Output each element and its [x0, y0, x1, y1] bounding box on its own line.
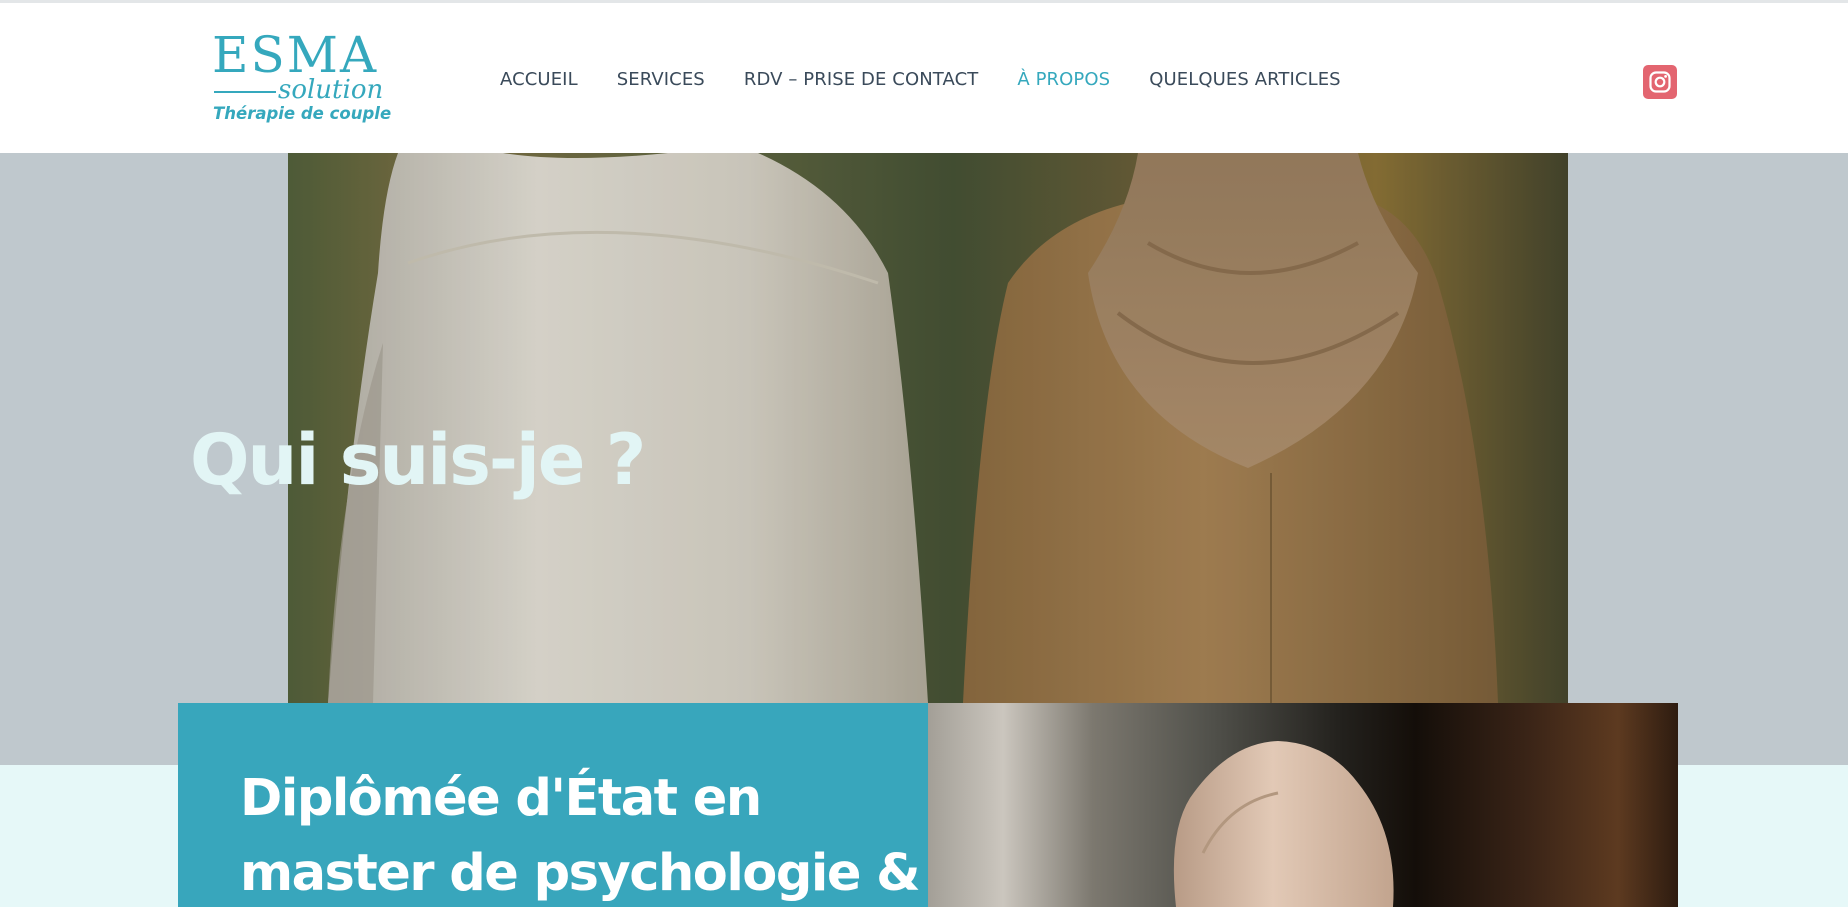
intro-heading-line1: Diplômée d'État en	[240, 769, 762, 828]
site-logo[interactable]: ESMA solution Thérapie de couple	[212, 26, 391, 129]
woman-hijab-portrait-photo	[928, 703, 1678, 907]
nav-accueil[interactable]: ACCUEIL	[500, 69, 578, 90]
nav-quelques-articles[interactable]: QUELQUES ARTICLES	[1149, 69, 1341, 90]
hero-title: Qui suis-je ?	[190, 419, 646, 501]
main-navigation: ACCUEIL SERVICES RDV – PRISE DE CONTACT …	[500, 64, 1341, 94]
site-header: ESMA solution Thérapie de couple ACCUEIL…	[0, 3, 1848, 153]
nav-rdv-prise-de-contact[interactable]: RDV – PRISE DE CONTACT	[744, 69, 979, 90]
intro-heading-line2: master de psychologie &	[240, 844, 921, 903]
nav-a-propos[interactable]: À PROPOS	[1017, 69, 1110, 90]
logo-rule	[214, 91, 276, 93]
intro-card: Diplômée d'État en master de psychologie…	[178, 703, 928, 907]
intro-heading: Diplômée d'État en master de psychologie…	[240, 761, 921, 907]
logo-tagline: Thérapie de couple	[213, 104, 392, 123]
logo-brand: ESMA	[212, 26, 379, 84]
instagram-icon[interactable]	[1643, 65, 1677, 99]
nav-services[interactable]: SERVICES	[617, 69, 705, 90]
logo-script: solution	[278, 75, 384, 105]
